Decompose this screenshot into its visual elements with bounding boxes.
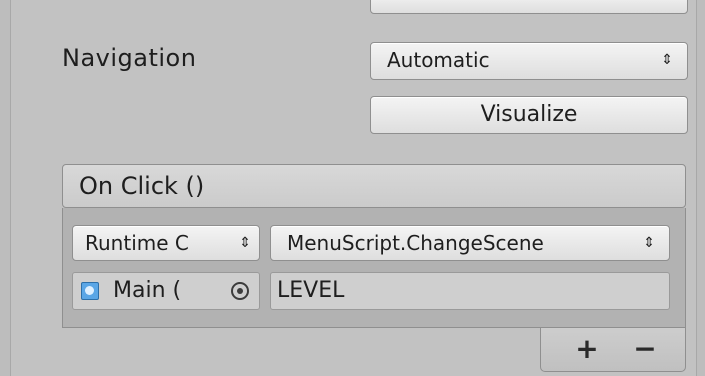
argument-input[interactable]: LEVEL [270,272,670,310]
navigation-label: Navigation [62,44,197,72]
object-picker-icon[interactable] [231,282,249,300]
visualize-button[interactable]: Visualize [370,96,688,134]
updown-arrows-icon: ⇕ [239,235,251,251]
target-object-field[interactable]: Main ( [72,272,260,310]
function-dropdown[interactable]: MenuScript.ChangeScene ⇕ [270,225,670,261]
previous-field-button[interactable] [370,0,688,14]
function-value: MenuScript.ChangeScene [287,231,544,255]
gameobject-icon [81,282,99,300]
remove-entry-button[interactable]: − [625,330,665,368]
call-state-dropdown[interactable]: Runtime C ⇕ [72,225,260,261]
updown-arrows-icon: ⇕ [643,235,655,251]
inspector-right-edge [696,0,705,376]
navigation-dropdown[interactable]: Automatic ⇕ [370,42,688,80]
navigation-selected-value: Automatic [387,48,490,72]
call-state-value: Runtime C [85,231,189,255]
list-footer: + − [540,328,686,372]
target-object-value: Main ( [113,278,182,303]
add-entry-button[interactable]: + [567,330,607,368]
on-click-header: On Click () [62,164,686,208]
inspector-left-edge [0,0,11,376]
updown-arrows-icon: ⇕ [661,52,673,68]
